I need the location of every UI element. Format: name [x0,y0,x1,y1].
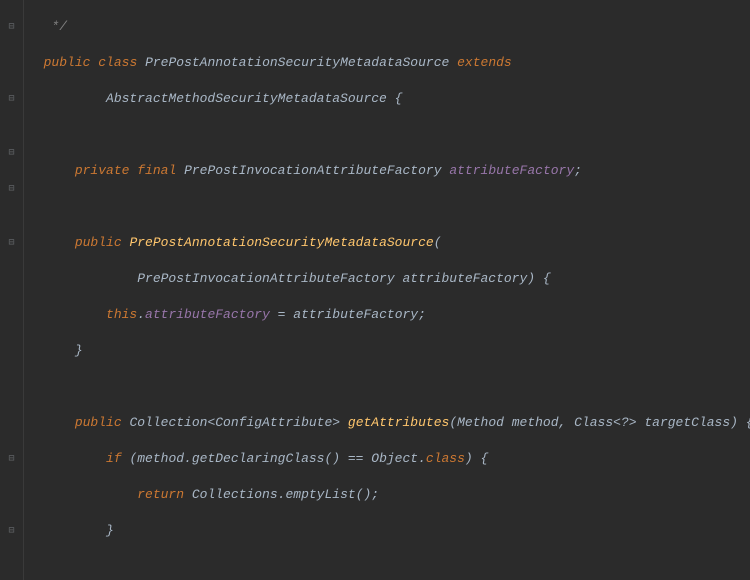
fold-toggle-icon[interactable]: ⊟ [6,526,17,537]
editor-gutter: ⊟ ⊟ ⊟ ⊟ ⊟ ⊟ ⊟ [0,0,24,580]
brace-close: } [75,343,83,358]
fold-toggle-icon[interactable]: ⊟ [6,454,17,465]
code-line [28,198,750,216]
code-line: if (method.getDeclaringClass() == Object… [28,450,750,468]
constructor-name: PrePostAnnotationSecurityMetadataSource [129,235,433,250]
field-ref: attributeFactory [145,307,270,322]
fold-toggle-icon[interactable]: ⊟ [6,238,17,249]
keyword-if: if [106,451,122,466]
keyword-public: public [44,55,91,70]
keyword-public: public [75,235,122,250]
code-line: private final PrePostInvocationAttribute… [28,162,750,180]
type-name: PrePostInvocationAttributeFactory [184,163,441,178]
fold-toggle-icon[interactable]: ⊟ [6,22,17,33]
code-line: AbstractMethodSecurityMetadataSource { [28,90,750,108]
code-line: return Collections.emptyList(); [28,486,750,504]
code-line: public class PrePostAnnotationSecurityMe… [28,54,750,72]
condition-end: ) { [465,451,488,466]
keyword-final: final [137,163,176,178]
return-type: Collection<ConfigAttribute> [129,415,340,430]
keyword-public: public [75,415,122,430]
fold-toggle-icon[interactable]: ⊟ [6,148,17,159]
condition-text: (method.getDeclaringClass() == Object. [129,451,425,466]
call-end: (); [356,487,379,502]
method-name: getAttributes [348,415,449,430]
keyword-return: return [137,487,184,502]
code-line [28,126,750,144]
code-line: public Collection<ConfigAttribute> getAt… [28,414,750,432]
class-name: PrePostAnnotationSecurityMetadataSource [145,55,449,70]
code-line: PrePostInvocationAttributeFactory attrib… [28,270,750,288]
fold-toggle-icon[interactable]: ⊟ [6,94,17,105]
method-params: (Method method, Class<?> targetClass) { [449,415,750,430]
semicolon: ; [574,163,582,178]
field-name: attributeFactory [449,163,574,178]
keyword-this: this [106,307,137,322]
paren-open: ( [434,235,442,250]
call-qualifier: Collections. [192,487,286,502]
keyword-class: class [98,55,137,70]
code-line: public PrePostAnnotationSecurityMetadata… [28,234,750,252]
keyword-class: class [426,451,465,466]
keyword-private: private [75,163,130,178]
dot: . [137,307,145,322]
code-line: } [28,522,750,540]
code-line: */ [28,18,750,36]
superclass-text: AbstractMethodSecurityMetadataSource { [106,91,402,106]
static-call: emptyList [285,487,355,502]
code-line [28,558,750,576]
brace-close: } [106,523,114,538]
keyword-extends: extends [457,55,512,70]
code-line: } [28,342,750,360]
constructor-params: PrePostInvocationAttributeFactory attrib… [137,271,550,286]
fold-toggle-icon[interactable]: ⊟ [6,184,17,195]
comment-end: */ [28,19,67,34]
code-editor[interactable]: */ public class PrePostAnnotationSecurit… [24,0,750,580]
code-line [28,378,750,396]
code-line: this.attributeFactory = attributeFactory… [28,306,750,324]
assignment: = attributeFactory; [270,307,426,322]
